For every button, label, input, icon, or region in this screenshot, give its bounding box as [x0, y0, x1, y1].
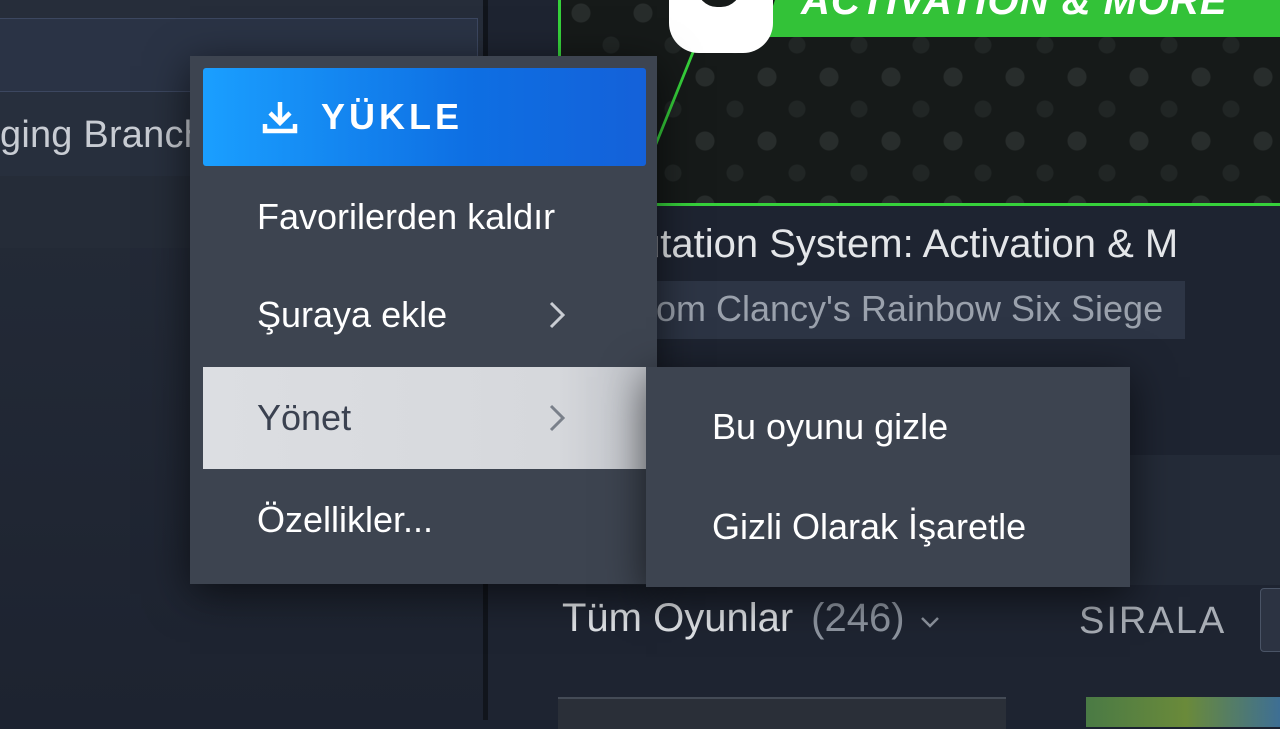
game-thumbnail[interactable] — [558, 697, 1006, 729]
menu-item-manage[interactable]: Yönet — [203, 367, 646, 469]
install-label: YÜKLE — [321, 96, 464, 137]
sort-label: SIRALA — [1079, 600, 1227, 642]
all-games-label: Tüm Oyunlar — [562, 596, 794, 640]
item-title: utation System: Activation & M — [638, 222, 1179, 266]
shield-logo-icon — [669, 0, 773, 53]
download-icon — [262, 102, 298, 134]
chevron-down-icon — [920, 617, 939, 628]
game-tag[interactable]: om Clancy's Rainbow Six Siege — [638, 281, 1186, 339]
menu-item-label: Favorilerden kaldır — [257, 196, 556, 237]
install-button[interactable]: YÜKLE — [203, 68, 646, 166]
banner-title: ACTIVATION & MORE — [801, 0, 1228, 23]
context-menu: YÜKLE Favorilerden kaldır Şuraya ekle Yö… — [190, 56, 657, 584]
submenu-item-label: Bu oyunu gizle — [712, 406, 949, 447]
menu-item-label: Yönet — [257, 397, 352, 438]
sort-select[interactable] — [1260, 588, 1280, 652]
chevron-right-icon — [549, 404, 566, 432]
submenu-item-hide-game[interactable]: Bu oyunu gizle — [646, 377, 1130, 477]
menu-item-label: Şuraya ekle — [257, 294, 448, 335]
menu-item-properties[interactable]: Özellikler... — [203, 469, 646, 571]
chevron-right-icon — [549, 301, 566, 329]
manage-submenu: Bu oyunu gizle Gizli Olarak İşaretle — [646, 367, 1130, 587]
all-games-dropdown[interactable]: Tüm Oyunlar (246) — [562, 596, 941, 641]
game-thumbnail[interactable] — [1086, 697, 1280, 727]
item-banner-image[interactable]: ACTIVATION & MORE — [558, 0, 1280, 206]
sidebar-item-label: ging Branch — [0, 114, 206, 156]
menu-item-remove-favorite[interactable]: Favorilerden kaldır — [203, 166, 646, 268]
games-count: (246) — [811, 596, 905, 640]
submenu-item-label: Gizli Olarak İşaretle — [712, 506, 1027, 547]
menu-item-add-to[interactable]: Şuraya ekle — [203, 264, 646, 366]
menu-item-label: Özellikler... — [257, 499, 434, 540]
submenu-item-mark-private[interactable]: Gizli Olarak İşaretle — [646, 477, 1130, 577]
